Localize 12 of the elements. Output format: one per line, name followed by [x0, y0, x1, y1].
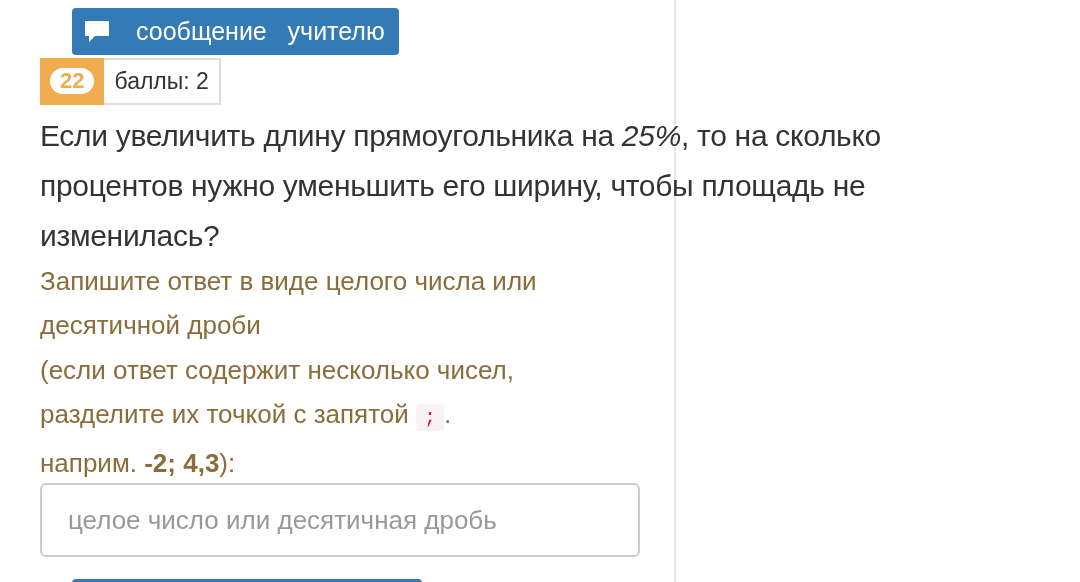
note-period: . [444, 399, 452, 429]
separator-code: ; [416, 404, 445, 431]
example-text: наприм. -2; 4,3): [40, 447, 236, 478]
answer-input-field[interactable]: целое число или десятичная дробь [40, 483, 640, 557]
message-teacher-button[interactable]: сообщение учителю [72, 8, 399, 55]
question-text: Если увеличить длину прямоугольника на 25%, то на сколько процентов нужно уменьшить его ширину, чтобы площадь не изменилась? [40, 117, 882, 254]
points-label: баллы: 2 [104, 58, 221, 105]
task-number: 22 [50, 68, 95, 95]
answer-format-hint: Запишите ответ в виде целого числа или десятичной дроби [40, 265, 537, 340]
speech-bubble-icon [84, 19, 110, 44]
separator-note: разделите их точкой с запятой [40, 399, 409, 429]
separator-note: (если ответ содержит несколько чисел, [40, 354, 514, 385]
